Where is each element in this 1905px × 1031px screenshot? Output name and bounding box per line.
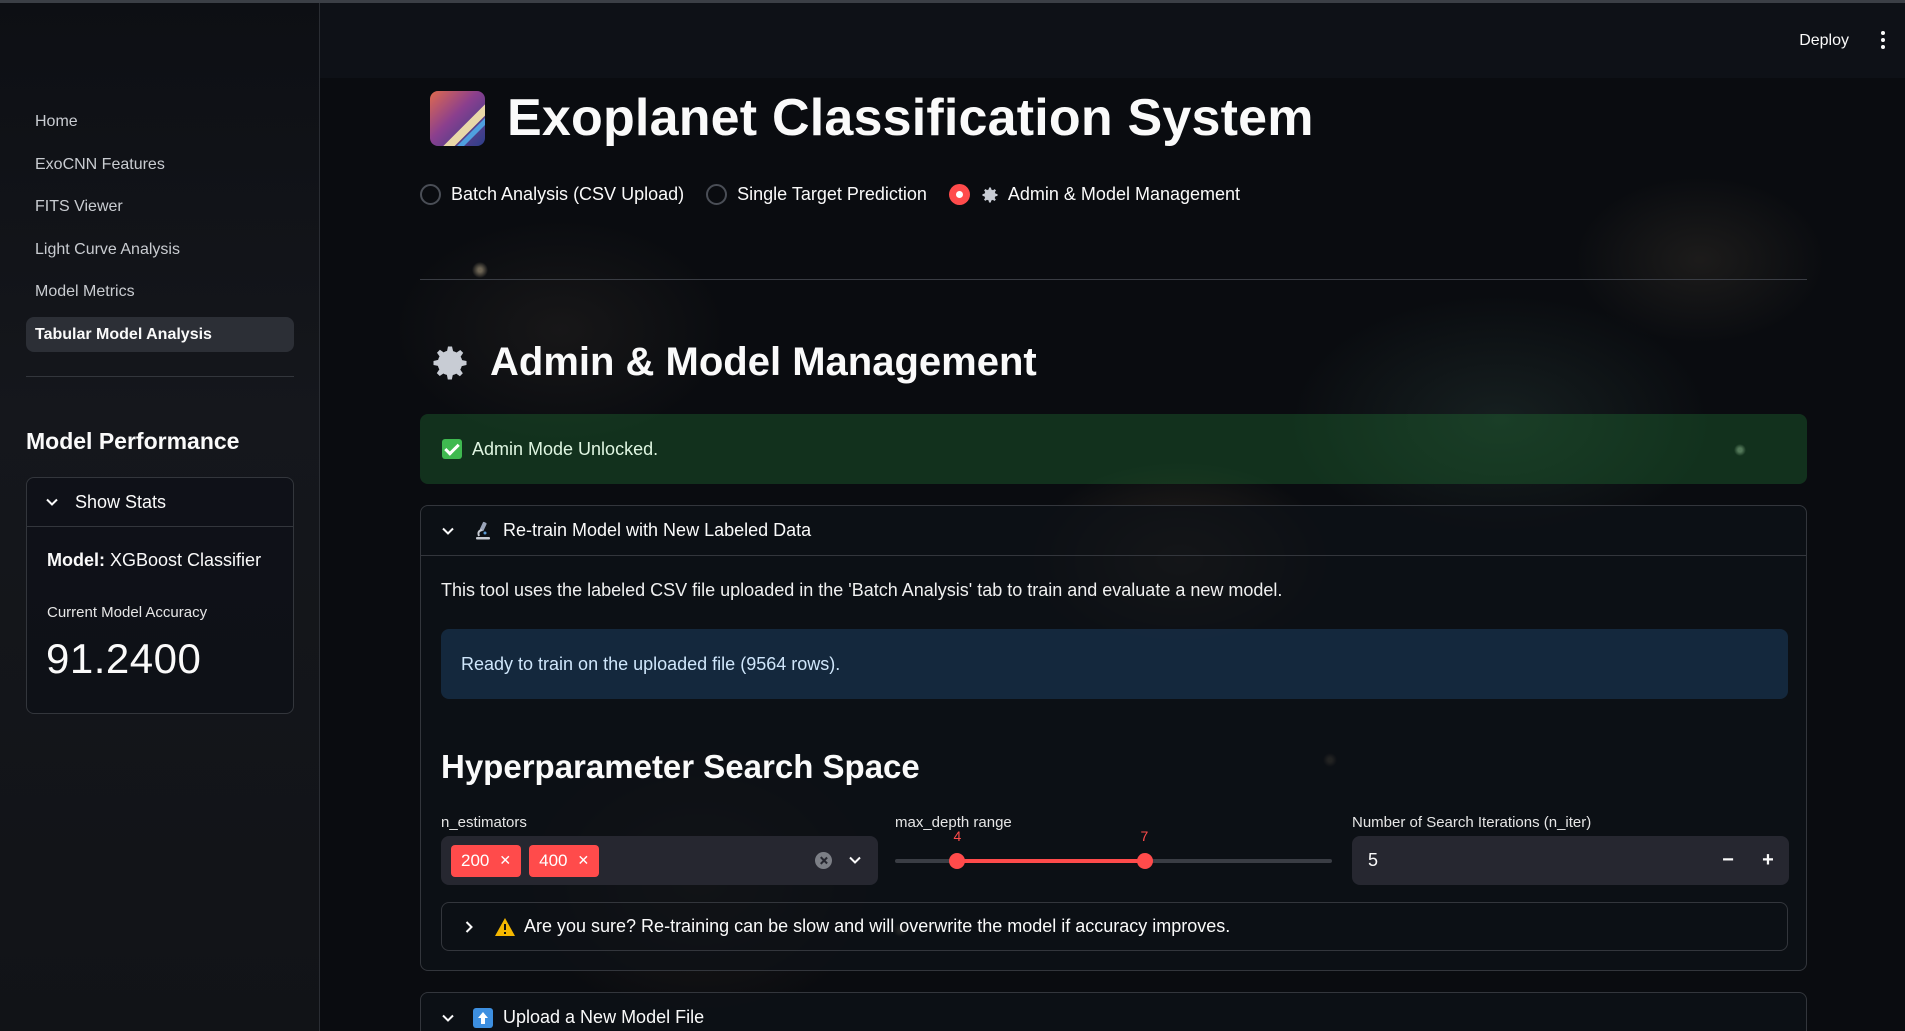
retrain-body: This tool uses the labeled CSV file uplo…	[421, 555, 1806, 970]
n-iter-label: Number of Search Iterations (n_iter)	[1352, 814, 1592, 831]
main-content: Exoplanet Classification System Batch An…	[320, 0, 1905, 1031]
accuracy-value: 91.2400	[46, 635, 202, 682]
checkmark-icon	[442, 439, 462, 459]
app-header: Deploy	[320, 3, 1905, 78]
n-estimators-tag[interactable]: 400 ✕	[529, 844, 600, 877]
stats-expander: Show Stats Model: XGBoost Classifier Cur…	[26, 477, 294, 714]
confirm-text: Are you sure? Re-training can be slow an…	[524, 916, 1231, 936]
n-iter-input[interactable]: 5 − +	[1352, 836, 1789, 885]
upload-arrow-icon	[473, 1007, 493, 1028]
sidebar-divider	[26, 376, 294, 377]
radio-admin-model-management[interactable]: Admin & Model Management	[948, 184, 1241, 205]
upload-expander-header[interactable]: Upload a New Model File	[421, 993, 1806, 1031]
slider-min-value: 4	[953, 828, 962, 844]
clear-all-icon[interactable]	[815, 852, 832, 869]
sidebar-nav: Home ExoCNN Features FITS Viewer Light C…	[26, 104, 294, 359]
chevron-down-icon	[442, 1014, 454, 1022]
deploy-button[interactable]: Deploy	[1799, 32, 1849, 50]
chevron-right-icon	[465, 920, 473, 933]
info-alert: Ready to train on the uploaded file (956…	[441, 629, 1788, 699]
info-message: Ready to train on the uploaded file (956…	[461, 653, 841, 674]
model-performance-heading: Model Performance	[26, 428, 240, 454]
mode-radio-group: Batch Analysis (CSV Upload) Single Targe…	[420, 184, 1262, 205]
remove-tag-icon[interactable]: ✕	[577, 852, 589, 869]
title-row: Exoplanet Classification System	[430, 88, 1314, 148]
n-estimators-multiselect[interactable]: 200 ✕ 400 ✕	[441, 836, 878, 885]
max-depth-range-slider[interactable]: 4 7	[895, 828, 1332, 885]
radio-circle-icon	[706, 184, 728, 205]
radio-circle-icon	[420, 184, 441, 205]
show-stats-toggle[interactable]: Show Stats	[27, 478, 293, 527]
upload-title: Upload a New Model File	[503, 1007, 705, 1027]
retrain-title: Re-train Model with New Labeled Data	[503, 520, 812, 540]
tag-label: 400	[539, 850, 568, 870]
n-iter-value[interactable]: 5	[1368, 850, 1378, 871]
section-title: Admin & Model Management	[428, 340, 1037, 385]
chevron-down-icon	[46, 498, 58, 506]
show-stats-label: Show Stats	[75, 491, 167, 512]
gear-icon	[982, 187, 998, 202]
slider-fill	[957, 859, 1145, 863]
sidebar-item-model-metrics[interactable]: Model Metrics	[26, 274, 294, 309]
model-label: Model:	[47, 550, 105, 570]
microscope-icon	[476, 521, 490, 539]
success-message: Admin Mode Unlocked.	[472, 438, 659, 459]
top-border	[0, 0, 1905, 3]
increment-button[interactable]: +	[1753, 847, 1783, 875]
n-estimators-label: n_estimators	[441, 814, 527, 831]
kebab-menu-icon[interactable]	[1879, 31, 1887, 51]
confirm-retrain-expander[interactable]: Are you sure? Re-training can be slow an…	[441, 902, 1788, 951]
chevron-down-icon	[442, 527, 454, 535]
retrain-expander-header[interactable]: Re-train Model with New Labeled Data	[421, 506, 1806, 555]
sidebar-item-tabular-model-analysis[interactable]: Tabular Model Analysis	[26, 316, 294, 352]
success-alert: Admin Mode Unlocked.	[420, 414, 1807, 484]
slider-max-value: 7	[1140, 828, 1149, 844]
slider-max-handle[interactable]	[1136, 853, 1153, 869]
section-title-text: Admin & Model Management	[490, 340, 1037, 384]
n-estimators-tag[interactable]: 200 ✕	[451, 844, 522, 877]
section-divider	[420, 279, 1807, 280]
slider-min-handle[interactable]	[949, 853, 966, 869]
radio-label: Admin & Model Management	[1007, 184, 1241, 204]
upload-model-expander: Upload a New Model File	[420, 992, 1807, 1031]
sidebar-item-home[interactable]: Home	[26, 104, 294, 139]
gear-icon	[433, 346, 467, 379]
model-info: Model: XGBoost Classifier	[47, 550, 261, 571]
sidebar-item-light-curve-analysis[interactable]: Light Curve Analysis	[26, 232, 294, 267]
radio-single-target[interactable]: Single Target Prediction	[706, 184, 927, 205]
page-title: Exoplanet Classification System	[507, 89, 1314, 147]
accuracy-label: Current Model Accuracy	[47, 604, 208, 621]
chevron-down-icon[interactable]	[848, 853, 862, 867]
radio-batch-analysis[interactable]: Batch Analysis (CSV Upload)	[420, 184, 684, 205]
sidebar: Home ExoCNN Features FITS Viewer Light C…	[0, 0, 320, 1031]
sidebar-item-exocnn-features[interactable]: ExoCNN Features	[26, 147, 294, 182]
model-name: XGBoost Classifier	[110, 550, 262, 570]
hyperparameter-heading: Hyperparameter Search Space	[441, 748, 920, 785]
radio-selected-icon	[948, 184, 970, 205]
tag-label: 200	[461, 850, 490, 870]
decrement-button[interactable]: −	[1713, 847, 1743, 875]
radio-label: Single Target Prediction	[737, 184, 927, 204]
remove-tag-icon[interactable]: ✕	[499, 852, 511, 869]
shooting-star-icon	[430, 90, 485, 146]
radio-label: Batch Analysis (CSV Upload)	[451, 184, 685, 204]
retrain-description: This tool uses the labeled CSV file uplo…	[441, 580, 1283, 600]
warning-icon	[495, 917, 515, 936]
retrain-expander: Re-train Model with New Labeled Data Thi…	[420, 505, 1807, 971]
sidebar-item-fits-viewer[interactable]: FITS Viewer	[26, 189, 294, 224]
